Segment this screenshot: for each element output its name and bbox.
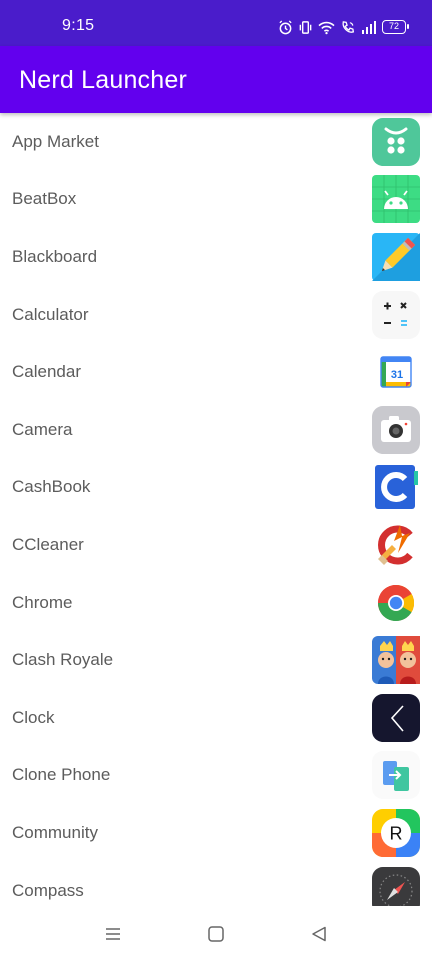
wifi-calling-icon bbox=[340, 20, 356, 35]
back-icon[interactable] bbox=[309, 924, 329, 944]
home-icon[interactable] bbox=[206, 924, 226, 944]
vibrate-icon bbox=[298, 20, 313, 35]
list-item-label: Blackboard bbox=[12, 246, 98, 266]
cashbook-icon bbox=[372, 463, 420, 511]
status-time: 9:15 bbox=[62, 17, 95, 34]
navigation-bar bbox=[0, 906, 432, 960]
clock-icon bbox=[372, 693, 420, 742]
list-item-clash-royale[interactable]: Clash Royale bbox=[0, 631, 432, 689]
chrome-icon bbox=[372, 579, 420, 627]
list-item-beatbox[interactable]: BeatBox bbox=[0, 171, 432, 229]
list-item-label: Camera bbox=[12, 419, 73, 439]
list-item-cashbook[interactable]: CashBook bbox=[0, 459, 432, 517]
app-bar: Nerd Launcher bbox=[0, 46, 432, 113]
list-item-camera[interactable]: Camera bbox=[0, 401, 432, 459]
list-item-compass[interactable]: Compass bbox=[0, 862, 432, 906]
list-item-label: Clash Royale bbox=[12, 650, 114, 670]
signal-icon bbox=[361, 20, 377, 34]
pencil-icon bbox=[372, 232, 420, 281]
list-item-label: Clock bbox=[12, 707, 55, 727]
list-item-community[interactable]: Community R bbox=[0, 804, 432, 862]
list-item-app-market[interactable]: App Market bbox=[0, 113, 432, 171]
list-item-label: Calculator bbox=[12, 304, 89, 324]
android-icon bbox=[372, 175, 420, 224]
compass-icon bbox=[372, 866, 420, 906]
clash-royale-icon bbox=[372, 636, 420, 685]
alarm-icon bbox=[278, 19, 293, 35]
list-item-calculator[interactable]: Calculator bbox=[0, 286, 432, 344]
list-item-chrome[interactable]: Chrome bbox=[0, 574, 432, 632]
list-item-label: App Market bbox=[12, 131, 99, 151]
list-item-label: BeatBox bbox=[12, 189, 77, 209]
calculator-icon bbox=[372, 290, 420, 339]
clone-phone-icon bbox=[372, 751, 420, 800]
community-letter: R bbox=[390, 823, 403, 843]
calendar-day: 31 bbox=[391, 369, 403, 381]
list-item-label: Community bbox=[12, 822, 98, 842]
camera-icon bbox=[372, 405, 420, 454]
menu-icon[interactable] bbox=[103, 924, 123, 944]
list-item-label: CCleaner bbox=[12, 534, 84, 554]
list-item-label: Clone Phone bbox=[12, 765, 111, 785]
app-list[interactable]: App Market BeatBox Blackboard Calculator… bbox=[0, 113, 432, 906]
app-market-icon bbox=[372, 117, 420, 166]
community-icon: R bbox=[372, 808, 420, 857]
battery-icon: 72 bbox=[382, 20, 409, 34]
list-item-ccleaner[interactable]: CCleaner bbox=[0, 516, 432, 574]
calendar-icon: 31 bbox=[372, 348, 420, 396]
status-bar: 9:15 72 bbox=[0, 0, 432, 46]
list-item-label: Calendar bbox=[12, 362, 81, 382]
app-title: Nerd Launcher bbox=[19, 66, 187, 94]
list-item-clock[interactable]: Clock bbox=[0, 689, 432, 747]
list-item-label: Chrome bbox=[12, 592, 73, 612]
status-icons: 72 bbox=[278, 17, 409, 37]
ccleaner-icon bbox=[372, 521, 420, 569]
list-item-label: CashBook bbox=[12, 477, 91, 497]
list-item-blackboard[interactable]: Blackboard bbox=[0, 228, 432, 286]
wifi-icon bbox=[318, 20, 335, 35]
list-item-label: Compass bbox=[12, 880, 84, 900]
list-item-calendar[interactable]: Calendar 31 bbox=[0, 343, 432, 401]
list-item-clone-phone[interactable]: Clone Phone bbox=[0, 747, 432, 805]
